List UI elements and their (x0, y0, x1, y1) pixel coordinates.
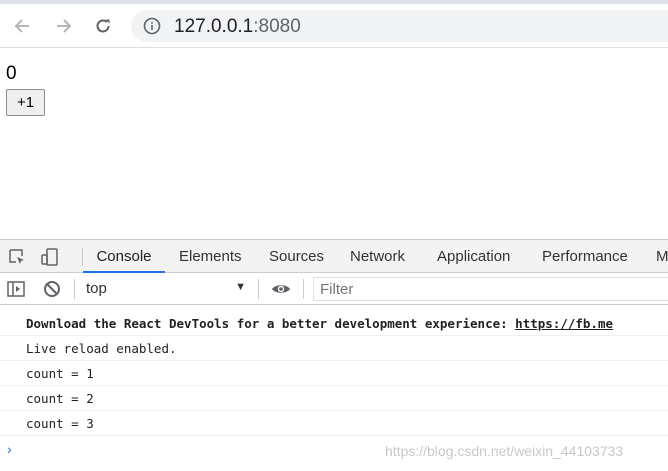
devtools-tabbar: Console Elements Sources Network Applica… (0, 239, 668, 273)
filter-input[interactable] (313, 277, 668, 301)
show-sidebar-icon[interactable] (6, 279, 26, 299)
console-message: Download the React DevTools for a better… (0, 311, 668, 336)
toolbar-divider (74, 279, 75, 299)
url-host: 127.0.0.1 (174, 16, 254, 37)
console-message: count = 1 (0, 361, 668, 386)
url-port: :8080 (253, 16, 301, 37)
console-toolbar: top ▼ (0, 273, 668, 305)
message-text: Live reload enabled. (26, 341, 177, 356)
console-message: Live reload enabled. (0, 336, 668, 361)
message-text: Download the React DevTools for a better… (26, 316, 516, 331)
context-selector[interactable]: top ▼ (82, 277, 250, 301)
tab-elements[interactable]: Elements (179, 240, 242, 273)
tab-sources[interactable]: Sources (269, 240, 324, 273)
reload-button[interactable] (89, 12, 117, 40)
tab-memory[interactable]: M (656, 240, 668, 273)
browser-toolbar: 127.0.0.1:8080 (0, 4, 668, 48)
page-content: 0 +1 (0, 49, 668, 239)
toolbar-divider (303, 279, 304, 299)
devtools-link[interactable]: https://fb.me (515, 316, 613, 331)
tab-application[interactable]: Application (437, 240, 510, 273)
devtools-panel: Console Elements Sources Network Applica… (0, 239, 668, 471)
address-bar[interactable]: 127.0.0.1:8080 (131, 10, 668, 42)
message-text: count = 2 (26, 391, 94, 406)
count-value: 0 (6, 63, 17, 84)
forward-button[interactable] (49, 12, 77, 40)
console-message: count = 3 (0, 411, 668, 436)
tab-network[interactable]: Network (350, 240, 405, 273)
inspect-element-icon[interactable] (7, 247, 27, 267)
message-text: count = 1 (26, 366, 94, 381)
console-prompt[interactable]: › (7, 441, 12, 457)
back-button[interactable] (9, 12, 37, 40)
dropdown-arrow-icon: ▼ (235, 281, 246, 293)
tab-performance[interactable]: Performance (542, 240, 628, 273)
increment-button[interactable]: +1 (6, 89, 45, 116)
message-text: count = 3 (26, 416, 94, 431)
reload-icon (96, 19, 110, 33)
info-icon[interactable] (143, 17, 161, 35)
device-toolbar-icon[interactable] (40, 247, 60, 267)
eye-icon[interactable] (271, 279, 291, 299)
arrow-left-icon (14, 19, 29, 33)
toolbar-divider (258, 279, 259, 299)
arrow-right-icon (57, 19, 72, 33)
context-label: top (86, 280, 107, 297)
url-text[interactable]: 127.0.0.1:8080 (174, 16, 301, 38)
watermark: https://blog.csdn.net/weixin_44103733 (385, 443, 624, 459)
tab-console[interactable]: Console (83, 240, 165, 273)
console-message: count = 2 (0, 386, 668, 411)
clear-console-icon[interactable] (42, 279, 62, 299)
